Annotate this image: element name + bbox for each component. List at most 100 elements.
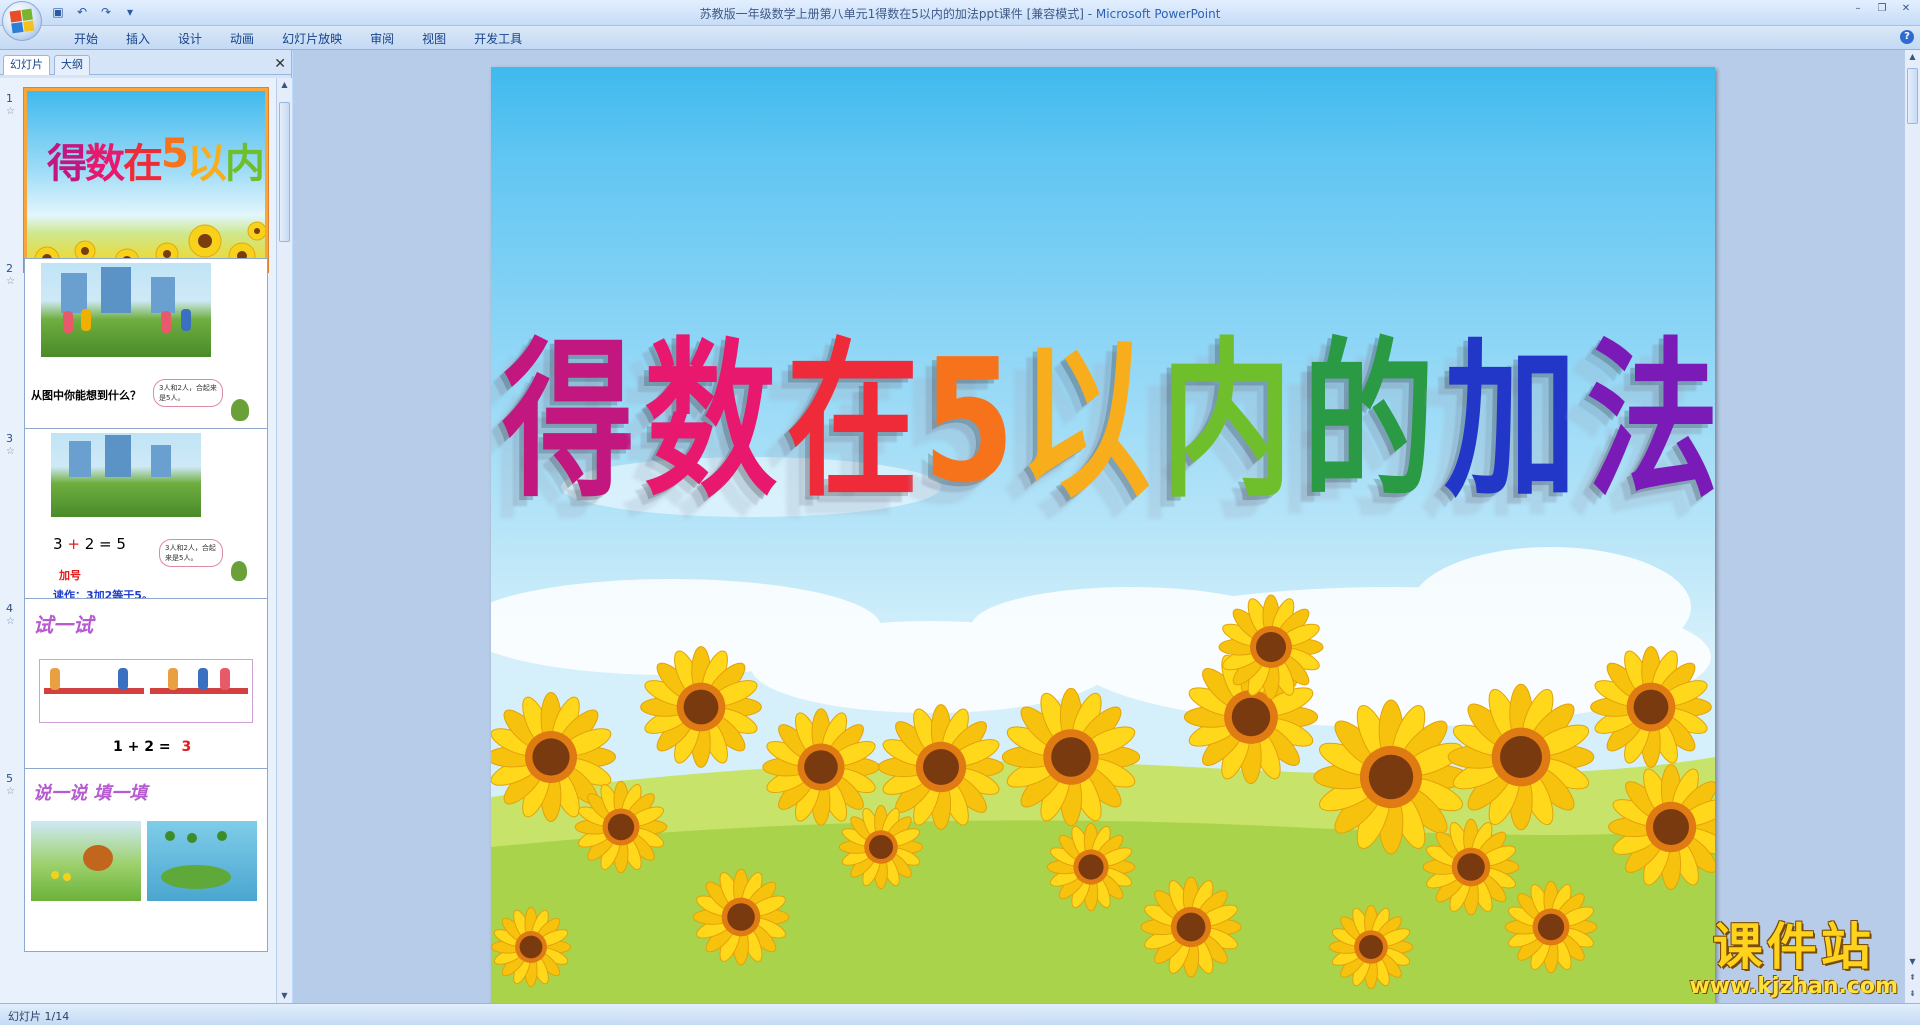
thumb4-equation: 1 + 2 = 3 bbox=[113, 739, 191, 755]
thumb2-caption: 从图中你能想到什么？ bbox=[31, 389, 141, 402]
thumb4-heading: 试一试 bbox=[33, 613, 93, 637]
thumb3-equation: 3 + 2 = 5 bbox=[53, 535, 126, 553]
slide-thumbnail-row[interactable]: 1 ☆ 得数在5以内的加法 bbox=[0, 88, 276, 278]
thumb2-mascot-icon bbox=[231, 399, 249, 421]
close-icon[interactable]: ✕ bbox=[274, 56, 286, 72]
tab-design[interactable]: 设计 bbox=[164, 30, 216, 48]
tab-developer[interactable]: 开发工具 bbox=[460, 30, 536, 48]
title-char: 在 bbox=[786, 323, 919, 521]
sunflower-icon bbox=[1422, 818, 1520, 916]
panel-tabs: 幻灯片 大纲 ✕ bbox=[0, 53, 292, 75]
sunflower-icon bbox=[574, 780, 668, 874]
sunflower-icon bbox=[491, 906, 572, 988]
thumb5-heading: 说一说 填一填 bbox=[33, 783, 148, 804]
sunflower-icon bbox=[692, 868, 790, 966]
tab-view[interactable]: 视图 bbox=[408, 30, 460, 48]
slide-counter: 幻灯片 1/14 bbox=[8, 1010, 70, 1023]
previous-slide-icon[interactable]: ⇞ bbox=[1905, 971, 1920, 985]
thumb3-plus-label: 加号 bbox=[59, 569, 81, 582]
next-slide-icon[interactable]: ⇟ bbox=[1905, 987, 1920, 1001]
scroll-up-arrow-icon[interactable]: ▲ bbox=[1905, 50, 1920, 64]
sunflower-icon bbox=[1447, 683, 1595, 831]
sunflower-icon bbox=[1001, 687, 1141, 827]
tab-home[interactable]: 开始 bbox=[60, 30, 112, 48]
watermark-url: www.kjzhan.com bbox=[1689, 974, 1898, 999]
title-char: 得 bbox=[502, 323, 635, 521]
sunflower-icon bbox=[1218, 594, 1324, 700]
scroll-down-arrow-icon[interactable]: ▼ bbox=[277, 989, 292, 1003]
title-char: 的 bbox=[1302, 323, 1435, 521]
thumb3-eq-op: + bbox=[67, 535, 80, 553]
thumb5-picture-frogs bbox=[147, 821, 257, 901]
animation-star-icon: ☆ bbox=[6, 786, 15, 797]
thumb3-speech-bubble: 3人和2人，合起来是5人。 bbox=[159, 539, 223, 567]
slide-thumbnail-2[interactable]: 从图中你能想到什么？ 3人和2人，合起来是5人。 bbox=[24, 258, 268, 442]
office-button[interactable] bbox=[2, 1, 42, 41]
close-button[interactable]: ✕ bbox=[1898, 2, 1914, 16]
slide-thumbnail-row[interactable]: 3 ☆ 3 + 2 = 5 加号 3人和2人，合起来是5人。 读作：3加2等于5… bbox=[0, 428, 276, 618]
minimize-button[interactable]: – bbox=[1850, 2, 1866, 16]
animation-star-icon: ☆ bbox=[6, 276, 15, 287]
sunflower-icon bbox=[1313, 699, 1469, 855]
title-char: 法 bbox=[1586, 323, 1715, 521]
tab-insert[interactable]: 插入 bbox=[112, 30, 164, 48]
thumb3-eq-a: 3 bbox=[53, 535, 63, 553]
status-bar: 幻灯片 1/14 bbox=[0, 1003, 1920, 1025]
slide-thumbnail-1[interactable]: 得数在5以内的加法 bbox=[24, 88, 268, 272]
thumb4-picture bbox=[39, 659, 253, 723]
sunflower-icon bbox=[1504, 880, 1598, 974]
watermark-brand: 课件站 bbox=[1712, 918, 1875, 976]
title-char: 以 bbox=[1018, 323, 1151, 521]
sunflower-icon bbox=[1590, 646, 1712, 768]
thumb1-title: 得数在5以内的加法 bbox=[47, 131, 265, 187]
slide-thumbnail-row[interactable]: 2 ☆ 从图中你能想到什么？ 3人和2人，合起来是5人。 bbox=[0, 258, 276, 448]
slide-number: 3 bbox=[6, 432, 13, 445]
title-char: 加 bbox=[1444, 323, 1577, 521]
slide-number: 1 bbox=[6, 92, 13, 105]
title-char: 数 bbox=[644, 323, 777, 521]
scrollbar-thumb[interactable] bbox=[279, 102, 290, 242]
sunflower-icon bbox=[640, 646, 762, 768]
title-char: 5 bbox=[922, 323, 1014, 521]
slide-number: 4 bbox=[6, 602, 13, 615]
title-bar: ▣ ↶ ↷ ▾ 苏教版一年级数学上册第八单元1得数在5以内的加法ppt课件 [兼… bbox=[0, 0, 1920, 41]
thumb3-eq-b: 2 = 5 bbox=[84, 535, 126, 553]
title-char: 内 bbox=[1160, 323, 1293, 521]
tab-outline[interactable]: 大纲 bbox=[54, 55, 90, 75]
scroll-down-arrow-icon[interactable]: ▼ bbox=[1905, 955, 1920, 969]
app-name: Microsoft PowerPoint bbox=[1095, 7, 1221, 21]
sunflower-icon bbox=[1328, 904, 1414, 990]
slide-title[interactable]: 得数在5以内的加法 bbox=[502, 307, 1715, 547]
slide-thumbnail-list: 1 ☆ 得数在5以内的加法 bbox=[0, 78, 276, 1003]
slide-thumbnail-row[interactable]: 5 ☆ 说一说 填一填 bbox=[0, 768, 276, 958]
slide-thumbnail-row[interactable]: 4 ☆ 试一试 1 + 2 = 3 bbox=[0, 598, 276, 788]
help-icon[interactable]: ? bbox=[1900, 30, 1914, 44]
thumb4-answer: 3 bbox=[181, 739, 192, 755]
sunflower-icon bbox=[1140, 876, 1242, 978]
current-slide[interactable]: 得数在5以内的加法 bbox=[491, 67, 1715, 1003]
animation-star-icon: ☆ bbox=[6, 446, 15, 457]
slide-number: 5 bbox=[6, 772, 13, 785]
ribbon-tab-bar: 开始 插入 设计 动画 幻灯片放映 审阅 视图 开发工具 ? bbox=[0, 26, 1920, 50]
scroll-up-arrow-icon[interactable]: ▲ bbox=[277, 78, 292, 92]
slide-thumbnail-5[interactable]: 说一说 填一填 bbox=[24, 768, 268, 952]
animation-star-icon: ☆ bbox=[6, 616, 15, 627]
slide-thumbnail-4[interactable]: 试一试 1 + 2 = 3 bbox=[24, 598, 268, 782]
thumb3-picture bbox=[51, 433, 201, 517]
tab-animations[interactable]: 动画 bbox=[216, 30, 268, 48]
sunflower-icon bbox=[838, 804, 924, 890]
tab-review[interactable]: 审阅 bbox=[356, 30, 408, 48]
sunflower-icon bbox=[1046, 822, 1136, 912]
thumbnail-scrollbar[interactable]: ▲ ▼ bbox=[276, 78, 292, 1003]
office-logo-icon bbox=[9, 8, 35, 34]
document-title: 苏教版一年级数学上册第八单元1得数在5以内的加法ppt课件 [兼容模式] bbox=[699, 7, 1084, 21]
tab-slide-show[interactable]: 幻灯片放映 bbox=[268, 30, 356, 48]
watermark-logo: 课件站 www.kjzhan.com bbox=[1689, 920, 1898, 999]
slide-number: 2 bbox=[6, 262, 13, 275]
thumb2-speech-bubble: 3人和2人，合起来是5人。 bbox=[153, 379, 223, 407]
slide-thumbnail-3[interactable]: 3 + 2 = 5 加号 3人和2人，合起来是5人。 读作：3加2等于5。 bbox=[24, 428, 268, 612]
restore-button[interactable]: ❐ bbox=[1874, 2, 1890, 16]
scrollbar-thumb[interactable] bbox=[1907, 68, 1918, 124]
slide-scrollbar[interactable]: ▲ ▼ ⇞ ⇟ bbox=[1904, 50, 1920, 1003]
tab-slides[interactable]: 幻灯片 bbox=[3, 55, 50, 75]
